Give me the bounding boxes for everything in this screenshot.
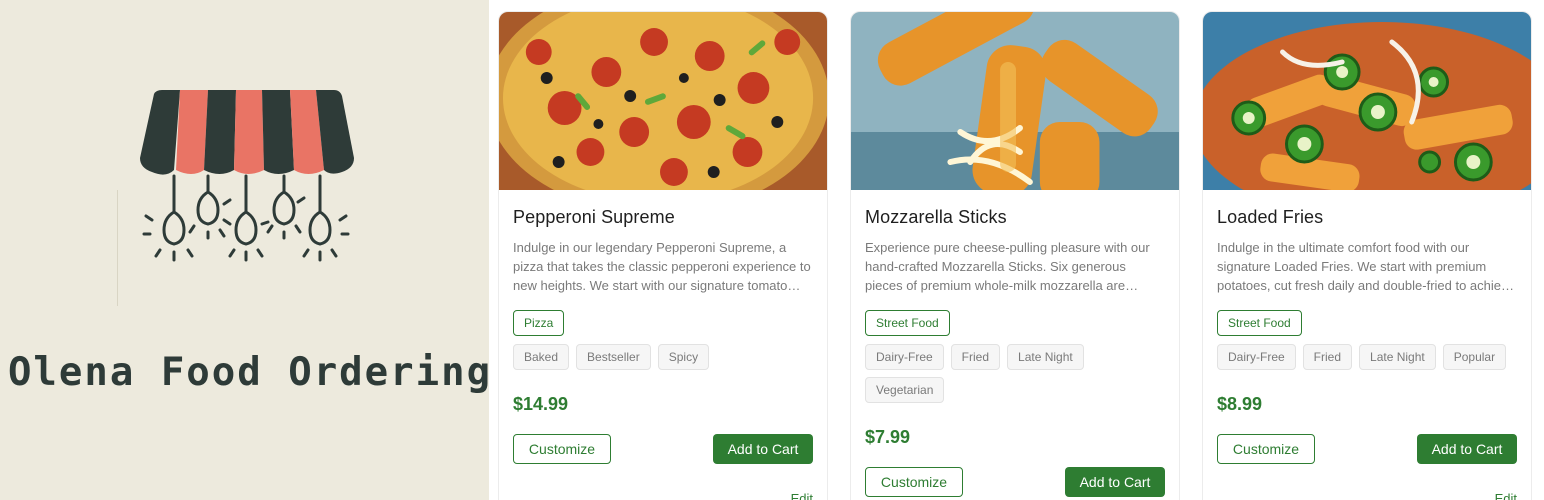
product-title: Mozzarella Sticks bbox=[865, 207, 1007, 227]
product-description: Indulge in our legendary Pepperoni Supre… bbox=[513, 240, 811, 293]
brand-divider bbox=[117, 190, 118, 306]
tag-badge: Baked bbox=[513, 344, 570, 370]
product-title: Loaded Fries bbox=[1217, 207, 1324, 227]
storefront-awning-lightbulbs-icon bbox=[140, 90, 354, 262]
tag-badge: Fried bbox=[950, 344, 1001, 370]
mozzarella-sticks-image bbox=[851, 12, 1179, 190]
card-actions: Customize Add to Cart bbox=[1217, 434, 1517, 464]
product-card: Mozzarella Sticks Experience pure cheese… bbox=[850, 11, 1180, 500]
product-card: Loaded Fries Indulge in the ultimate com… bbox=[1202, 11, 1532, 500]
brand-panel: Olena Food Ordering bbox=[0, 0, 490, 500]
product-price: $14.99 bbox=[513, 394, 569, 414]
product-description: Indulge in the ultimate comfort food wit… bbox=[1217, 240, 1515, 293]
card-actions: Customize Add to Cart bbox=[513, 434, 813, 464]
add-to-cart-button[interactable]: Add to Cart bbox=[1417, 434, 1517, 464]
tag-badge: Bestseller bbox=[576, 344, 651, 370]
tag-badge: Late Night bbox=[1359, 344, 1436, 370]
product-title: Pepperoni Supreme bbox=[513, 207, 675, 227]
category-badge[interactable]: Street Food bbox=[865, 310, 950, 336]
customize-button[interactable]: Customize bbox=[513, 434, 611, 464]
edit-link[interactable]: Edit bbox=[1495, 491, 1517, 500]
tag-badge: Dairy-Free bbox=[865, 344, 944, 370]
category-badge[interactable]: Pizza bbox=[513, 310, 565, 336]
tag-list: Dairy-Free Fried Late Night Popular bbox=[1217, 344, 1517, 370]
tag-list: Dairy-Free Fried Late Night Vegetarian bbox=[865, 344, 1165, 403]
tag-badge: Late Night bbox=[1007, 344, 1084, 370]
product-description: Experience pure cheese-pulling pleasure … bbox=[865, 240, 1150, 293]
product-card-body: Pepperoni Supreme Indulge in our legenda… bbox=[499, 190, 827, 464]
product-price: $7.99 bbox=[865, 427, 911, 447]
category-row: Street Food bbox=[865, 310, 1165, 336]
category-row: Pizza bbox=[513, 310, 813, 336]
product-price: $8.99 bbox=[1217, 394, 1263, 414]
card-actions: Customize Add to Cart bbox=[865, 467, 1165, 497]
category-badge[interactable]: Street Food bbox=[1217, 310, 1302, 336]
add-to-cart-button[interactable]: Add to Cart bbox=[713, 434, 813, 464]
tag-list: Baked Bestseller Spicy bbox=[513, 344, 813, 370]
category-row: Street Food bbox=[1217, 310, 1517, 336]
customize-button[interactable]: Customize bbox=[865, 467, 963, 497]
product-card: Pepperoni Supreme Indulge in our legenda… bbox=[498, 11, 828, 500]
tag-badge: Fried bbox=[1302, 344, 1353, 370]
brand-title: Olena Food Ordering bbox=[7, 350, 493, 395]
add-to-cart-button[interactable]: Add to Cart bbox=[1065, 467, 1165, 497]
tag-badge: Spicy bbox=[657, 344, 710, 370]
tag-badge: Vegetarian bbox=[865, 377, 945, 403]
loaded-fries-image bbox=[1203, 12, 1531, 190]
edit-link[interactable]: Edit bbox=[791, 491, 813, 500]
tag-badge: Popular bbox=[1442, 344, 1507, 370]
pizza-image bbox=[499, 12, 827, 190]
product-card-body: Loaded Fries Indulge in the ultimate com… bbox=[1203, 190, 1531, 464]
product-card-body: Mozzarella Sticks Experience pure cheese… bbox=[851, 190, 1179, 497]
tag-badge: Dairy-Free bbox=[1217, 344, 1296, 370]
customize-button[interactable]: Customize bbox=[1217, 434, 1315, 464]
product-grid: Pepperoni Supreme Indulge in our legenda… bbox=[489, 0, 1544, 500]
